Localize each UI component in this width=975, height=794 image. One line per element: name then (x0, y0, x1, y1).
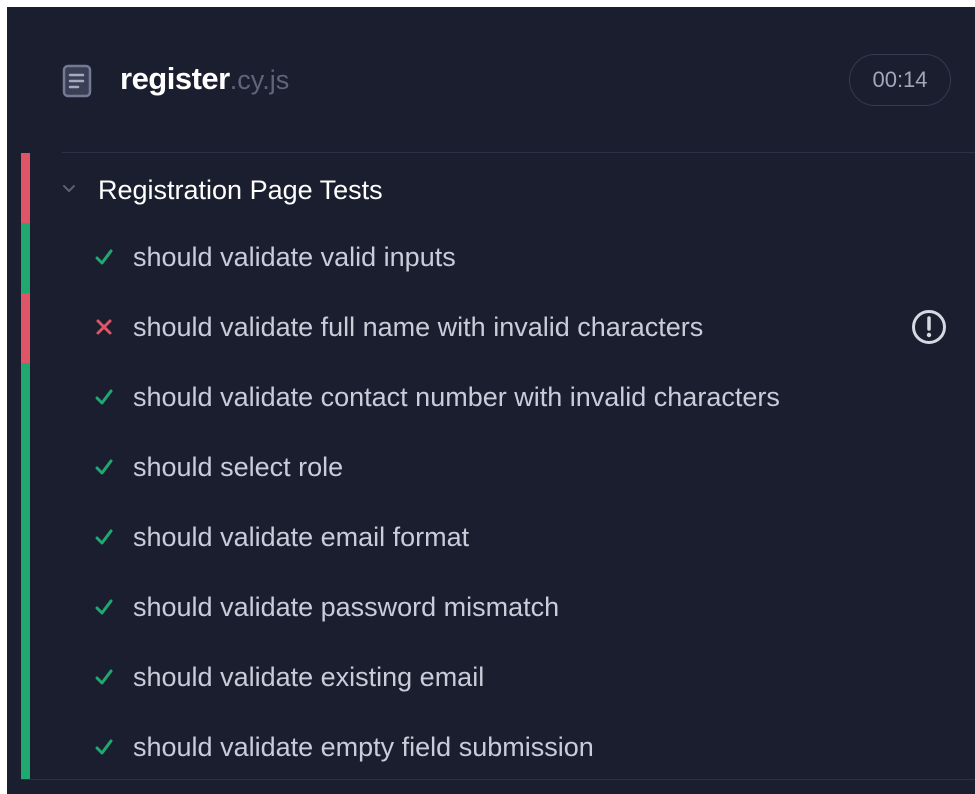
test-label: should validate password mismatch (133, 592, 560, 622)
check-icon (95, 738, 113, 756)
test-label: should validate contact number with inva… (133, 382, 780, 412)
spec-file-name[interactable]: register.cy.js (120, 59, 289, 100)
test-row[interactable]: should validate email format (7, 503, 975, 573)
x-icon (95, 318, 113, 336)
test-row[interactable]: should validate empty field submission (7, 713, 975, 783)
test-row[interactable]: should validate full name with invalid c… (7, 293, 975, 363)
test-label: should validate valid inputs (133, 242, 456, 272)
test-row[interactable]: should validate password mismatch (7, 573, 975, 643)
bottom-divider (21, 779, 975, 780)
duration-badge: 00:14 (849, 54, 951, 106)
test-label: should validate email format (133, 522, 470, 552)
check-icon (95, 458, 113, 476)
check-icon (95, 598, 113, 616)
test-row[interactable]: should validate existing email (7, 643, 975, 713)
test-row[interactable]: should validate valid inputs (7, 223, 975, 293)
alert-circle-icon[interactable] (910, 308, 948, 346)
spec-header: register.cy.js 00:14 (7, 7, 975, 152)
check-icon (95, 528, 113, 546)
spec-file-base: register (120, 61, 230, 96)
suite-row[interactable]: Registration Page Tests (7, 153, 975, 223)
check-icon (95, 668, 113, 686)
test-label: should validate full name with invalid c… (133, 312, 704, 342)
spec-file-extension: .cy.js (229, 65, 290, 95)
test-row[interactable]: should validate contact number with inva… (7, 363, 975, 433)
test-label: should validate empty field submission (133, 732, 594, 762)
suite-title: Registration Page Tests (98, 175, 383, 205)
test-row[interactable]: should select role (7, 433, 975, 503)
chevron-down-icon[interactable] (59, 178, 79, 198)
check-icon (95, 388, 113, 406)
test-label: should select role (133, 452, 344, 482)
check-icon (95, 248, 113, 266)
spec-runner-panel: register.cy.js 00:14 Registration Page T… (7, 7, 975, 794)
document-icon (62, 64, 92, 98)
test-label: should validate existing email (133, 662, 485, 692)
